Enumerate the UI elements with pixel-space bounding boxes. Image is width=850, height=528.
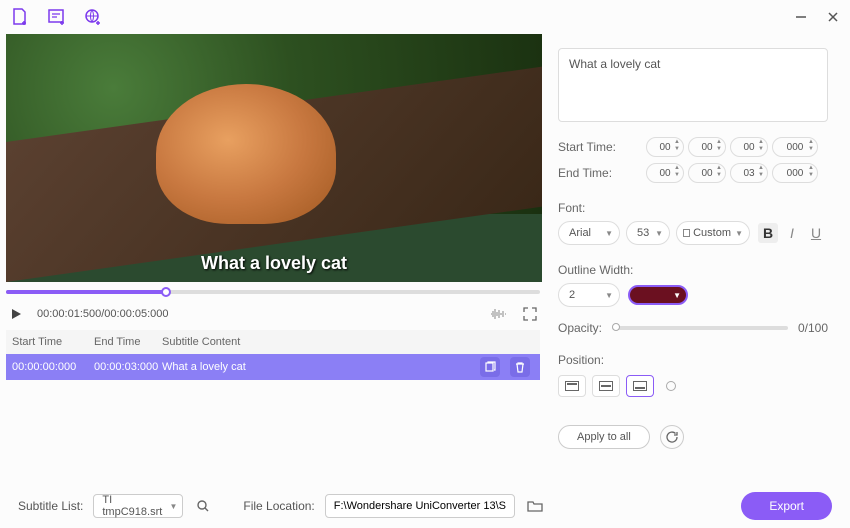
outline-color-select[interactable]: ▼	[628, 285, 688, 305]
minimize-button[interactable]	[794, 10, 808, 24]
row-end: 00:00:03:000	[94, 361, 162, 373]
col-content: Subtitle Content	[162, 336, 540, 348]
waveform-icon[interactable]	[488, 304, 508, 324]
end-time-row: End Time: 00▲▼ 00▲▼ 03▲▼ 000▲▼	[558, 163, 828, 183]
subtitle-list-label: Subtitle List:	[18, 499, 83, 513]
underline-button[interactable]: U	[806, 223, 826, 243]
start-ms[interactable]: 000▲▼	[772, 137, 818, 157]
reset-button[interactable]	[660, 425, 684, 449]
apply-all-button[interactable]: Apply to all	[558, 425, 650, 449]
delete-subtitle-icon[interactable]	[510, 357, 530, 377]
position-label: Position:	[558, 353, 828, 367]
start-time-row: Start Time: 00▲▼ 00▲▼ 00▲▼ 000▲▼	[558, 137, 828, 157]
position-top[interactable]	[558, 375, 586, 397]
position-custom-radio[interactable]	[666, 381, 676, 391]
file-location-label: File Location:	[243, 499, 314, 513]
outline-label: Outline Width:	[558, 263, 828, 277]
font-color-select[interactable]: Custom▼	[676, 221, 750, 245]
seek-bar[interactable]	[6, 288, 540, 296]
position-middle[interactable]	[592, 375, 620, 397]
end-seconds[interactable]: 03▲▼	[730, 163, 768, 183]
fullscreen-icon[interactable]	[520, 304, 540, 324]
start-time-label: Start Time:	[558, 140, 646, 154]
close-button[interactable]	[826, 10, 840, 24]
font-label: Font:	[558, 201, 828, 215]
opacity-slider[interactable]	[612, 326, 788, 330]
subtitle-table-header: Start Time End Time Subtitle Content	[6, 330, 540, 354]
opacity-row: Opacity: 0/100	[558, 321, 828, 335]
toolbar-left	[10, 6, 104, 28]
opacity-label: Opacity:	[558, 321, 602, 335]
font-row: Arial▼ 53▼ Custom▼ B I U	[558, 221, 828, 245]
properties-panel: Start Time: 00▲▼ 00▲▼ 00▲▼ 000▲▼ End Tim…	[546, 34, 846, 484]
add-file-icon[interactable]	[10, 6, 32, 28]
subtitle-list-select[interactable]: TI tmpC918.srt▼	[93, 494, 183, 518]
search-icon[interactable]	[193, 496, 213, 516]
video-subtitle-overlay: What a lovely cat	[6, 253, 542, 274]
col-start: Start Time	[12, 336, 94, 348]
export-button[interactable]: Export	[741, 492, 832, 520]
play-button[interactable]	[9, 307, 23, 321]
copy-subtitle-icon[interactable]	[480, 357, 500, 377]
video-preview[interactable]: What a lovely cat	[6, 34, 542, 282]
start-hours[interactable]: 00▲▼	[646, 137, 684, 157]
bold-button[interactable]: B	[758, 223, 778, 243]
start-minutes[interactable]: 00▲▼	[688, 137, 726, 157]
preview-column: What a lovely cat 00:00:01:500/00:00:05:…	[0, 34, 546, 484]
main-area: What a lovely cat 00:00:01:500/00:00:05:…	[0, 34, 850, 484]
position-bottom[interactable]	[626, 375, 654, 397]
subtitle-row[interactable]: 00:00:00:000 00:00:03:000 What a lovely …	[6, 354, 540, 380]
col-end: End Time	[94, 336, 162, 348]
position-row	[558, 375, 828, 397]
row-content: What a lovely cat	[162, 361, 480, 373]
apply-row: Apply to all	[558, 425, 828, 449]
playback-time: 00:00:01:500/00:00:05:000	[37, 308, 169, 320]
add-subtitle-icon[interactable]	[46, 6, 68, 28]
outline-width-select[interactable]: 2▼	[558, 283, 620, 307]
bottom-bar: Subtitle List: TI tmpC918.srt▼ File Loca…	[0, 484, 850, 528]
folder-icon[interactable]	[525, 496, 545, 516]
opacity-value: 0/100	[798, 321, 828, 335]
playback-controls: 00:00:01:500/00:00:05:000	[6, 300, 540, 328]
end-ms[interactable]: 000▲▼	[772, 163, 818, 183]
row-start: 00:00:00:000	[12, 361, 94, 373]
font-family-select[interactable]: Arial▼	[558, 221, 620, 245]
font-size-select[interactable]: 53▼	[626, 221, 670, 245]
end-time-label: End Time:	[558, 166, 646, 180]
end-hours[interactable]: 00▲▼	[646, 163, 684, 183]
start-seconds[interactable]: 00▲▼	[730, 137, 768, 157]
web-subtitle-icon[interactable]	[82, 6, 104, 28]
title-bar	[0, 0, 850, 34]
italic-button[interactable]: I	[782, 223, 802, 243]
end-minutes[interactable]: 00▲▼	[688, 163, 726, 183]
file-location-input[interactable]	[325, 494, 515, 518]
outline-row: 2▼ ▼	[558, 283, 828, 307]
window-controls	[794, 10, 840, 24]
subtitle-text-input[interactable]	[558, 48, 828, 122]
